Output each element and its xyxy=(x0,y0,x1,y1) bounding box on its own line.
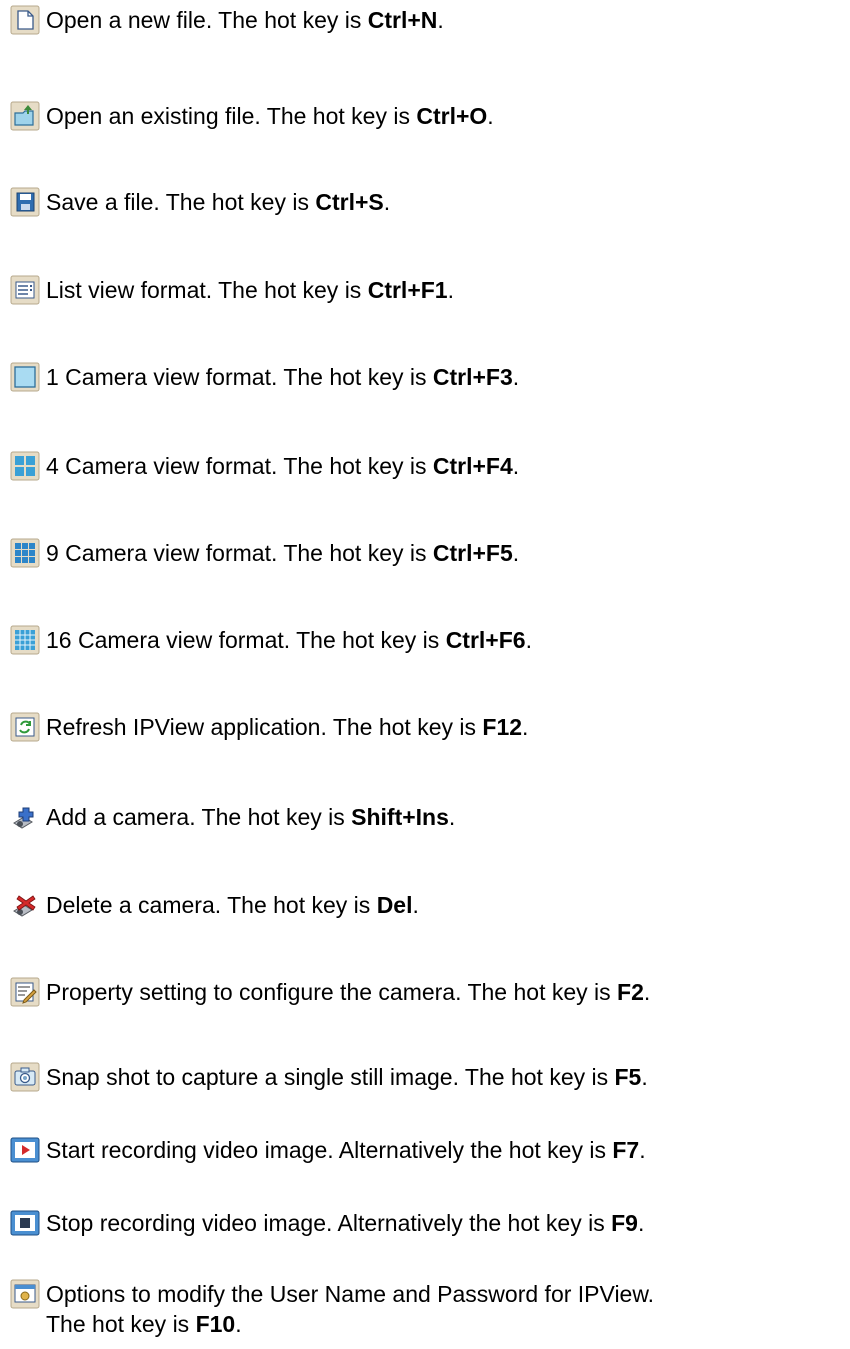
entry-text-line2: The hot key is xyxy=(46,1311,196,1337)
sixteen-camera-view-icon xyxy=(10,625,40,655)
toolbar-entry-new-file: Open a new file. The hot key is Ctrl+N. xyxy=(10,5,444,35)
entry-text: Stop recording video image. Alternativel… xyxy=(46,1210,612,1236)
hot-key: Ctrl+F3 xyxy=(432,364,513,390)
add-camera-icon xyxy=(13,807,34,829)
entry-text: Delete a camera. The hot key is xyxy=(46,892,377,918)
entry-text: Snap shot to capture a single still imag… xyxy=(46,1064,615,1090)
hot-key: F2 xyxy=(617,979,644,1005)
toolbar-entry-nine-camera: 9 Camera view format. The hot key is Ctr… xyxy=(10,538,519,568)
entry-end: . xyxy=(512,540,520,566)
entry-text: Options to modify the User Name and Pass… xyxy=(46,1281,655,1307)
entry-end: . xyxy=(487,103,494,129)
toolbar-entry-stop-recording: Stop recording video image. Alternativel… xyxy=(10,1208,644,1238)
toolbar-entry-save: Save a file. The hot key is Ctrl+S. xyxy=(10,187,390,217)
toolbar-entry-sixteen-camera: 16 Camera view format. The hot key is Ct… xyxy=(10,625,532,655)
hot-key: Shift+Ins xyxy=(351,804,449,830)
entry-text: 1 Camera view format. The hot key is xyxy=(46,364,433,390)
four-camera-view-icon xyxy=(10,451,40,481)
entry-text: 4 Camera view format. The hot key is xyxy=(46,453,433,479)
entry-text: Start recording video image. Alternative… xyxy=(46,1137,613,1163)
hot-key: Ctrl+N xyxy=(367,7,438,33)
entry-end: . xyxy=(641,1064,648,1090)
entry-end: . xyxy=(522,714,529,740)
toolbar-entry-start-recording: Start recording video image. Alternative… xyxy=(10,1135,646,1165)
delete-camera-icon xyxy=(13,895,36,917)
hot-key: F10 xyxy=(195,1311,236,1337)
entry-text: Save a file. The hot key is xyxy=(46,189,316,215)
toolbar-entry-snapshot: Snap shot to capture a single still imag… xyxy=(10,1062,648,1092)
toolbar-entry-one-camera: 1 Camera view format. The hot key is Ctr… xyxy=(10,362,519,392)
entry-end: . xyxy=(637,1210,645,1236)
entry-end: . xyxy=(525,627,532,653)
save-disk-icon xyxy=(10,187,40,217)
toolbar-entry-options: Options to modify the User Name and Pass… xyxy=(10,1279,654,1339)
entry-end: . xyxy=(643,979,651,1005)
entry-text: Property setting to configure the camera… xyxy=(46,979,618,1005)
stop-recording-icon xyxy=(10,1210,40,1236)
hot-key: Del xyxy=(376,892,413,918)
toolbar-entry-add-camera: Add a camera. The hot key is Shift+Ins. xyxy=(10,802,455,832)
entry-end: . xyxy=(448,804,456,830)
open-file-icon xyxy=(10,101,40,131)
refresh-icon xyxy=(10,712,40,742)
start-recording-icon xyxy=(10,1137,40,1163)
hot-key: Ctrl+F1 xyxy=(367,277,448,303)
entry-text: Refresh IPView application. The hot key … xyxy=(46,714,483,740)
entry-end: . xyxy=(383,189,391,215)
entry-text: Open a new file. The hot key is xyxy=(46,7,368,33)
hot-key: Ctrl+F4 xyxy=(432,453,513,479)
hot-key: F9 xyxy=(611,1210,638,1236)
property-setting-icon xyxy=(10,977,40,1007)
toolbar-entry-refresh: Refresh IPView application. The hot key … xyxy=(10,712,528,742)
toolbar-entry-four-camera: 4 Camera view format. The hot key is Ctr… xyxy=(10,451,519,481)
snapshot-camera-icon xyxy=(10,1062,40,1092)
hot-key: F7 xyxy=(612,1137,640,1163)
list-view-icon xyxy=(10,275,40,305)
entry-text: List view format. The hot key is xyxy=(46,277,368,303)
entry-end: . xyxy=(412,892,419,918)
hot-key: F12 xyxy=(482,714,523,740)
hot-key: Ctrl+F6 xyxy=(445,627,526,653)
hot-key: Ctrl+F5 xyxy=(432,540,513,566)
entry-text: 16 Camera view format. The hot key is xyxy=(46,627,446,653)
hot-key: F5 xyxy=(614,1064,642,1090)
toolbar-entry-delete-camera: Delete a camera. The hot key is Del. xyxy=(10,890,419,920)
entry-end: . xyxy=(437,7,444,33)
nine-camera-view-icon xyxy=(10,538,40,568)
toolbar-entry-property: Property setting to configure the camera… xyxy=(10,977,650,1007)
entry-end: . xyxy=(512,364,520,390)
toolbar-entry-list-view: List view format. The hot key is Ctrl+F1… xyxy=(10,275,454,305)
hot-key: Ctrl+S xyxy=(315,189,384,215)
entry-text: 9 Camera view format. The hot key is xyxy=(46,540,433,566)
entry-end: . xyxy=(235,1311,242,1337)
options-icon xyxy=(10,1279,40,1309)
hot-key: Ctrl+O xyxy=(416,103,488,129)
entry-text: Open an existing file. The hot key is xyxy=(46,103,417,129)
one-camera-view-icon xyxy=(10,362,40,392)
entry-end: . xyxy=(639,1137,646,1163)
new-file-icon xyxy=(10,5,40,35)
entry-text: Add a camera. The hot key is xyxy=(46,804,352,830)
entry-end: . xyxy=(512,453,520,479)
toolbar-entry-open-file: Open an existing file. The hot key is Ct… xyxy=(10,101,494,131)
entry-end: . xyxy=(447,277,454,303)
